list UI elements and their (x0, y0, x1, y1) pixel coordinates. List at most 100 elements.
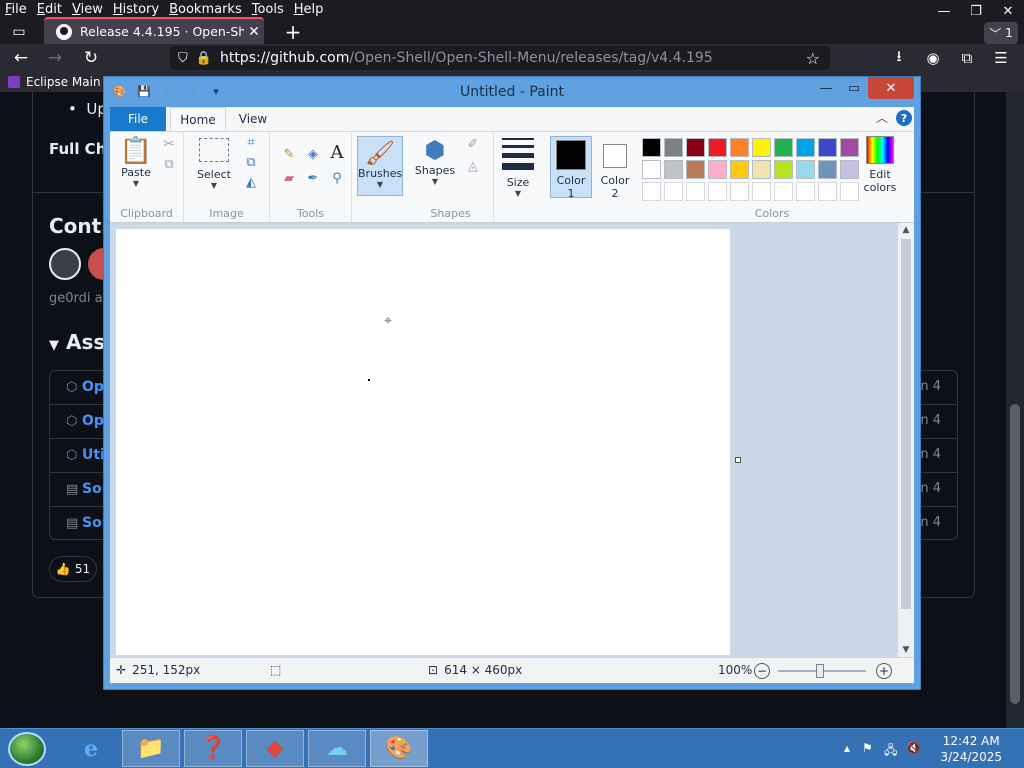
custom-color-slot[interactable] (840, 182, 859, 201)
reload-icon[interactable]: ↻ (78, 46, 104, 70)
color-swatch[interactable] (840, 138, 859, 157)
save-icon[interactable]: 💾 (136, 83, 152, 99)
url-bar[interactable]: ⛉ 🔒 https://github.com/Open-Shell/Open-S… (170, 46, 830, 70)
color2-button[interactable]: Color 2 (594, 136, 636, 200)
back-arrow-icon[interactable]: ← (8, 46, 34, 70)
clock[interactable]: 12:42 AM 3/24/2025 (940, 733, 1002, 765)
minimize-icon[interactable]: — (928, 0, 960, 22)
shapes-button[interactable]: ⬢ Shapes ▼ (412, 136, 458, 186)
file-explorer-icon[interactable]: 📁 (122, 730, 180, 767)
fill-icon[interactable]: ◈ (304, 146, 322, 162)
menu-help[interactable]: Help (289, 0, 329, 20)
remote-app-icon[interactable]: ◆ (246, 730, 304, 767)
scrollbar-thumb[interactable] (1010, 404, 1020, 704)
custom-color-slot[interactable] (818, 182, 837, 201)
eraser-icon[interactable]: ▰ (280, 170, 298, 186)
canvas-resize-handle[interactable] (735, 457, 741, 463)
shield-icon[interactable]: ⛉ (178, 51, 188, 66)
maximize-icon[interactable]: ▭ (840, 77, 868, 99)
zoom-slider-thumb[interactable] (816, 664, 824, 678)
tabs-dropdown-button[interactable]: ﹀ 1 (984, 22, 1018, 44)
color-swatch[interactable] (686, 138, 705, 157)
cut-icon[interactable]: ✂ (160, 136, 178, 152)
zoom-out-icon[interactable]: − (754, 663, 770, 679)
copy-icon[interactable]: ⧉ (160, 156, 178, 172)
color-swatch[interactable] (774, 160, 793, 179)
new-tab-button[interactable]: + (280, 20, 306, 44)
color-swatch[interactable] (774, 138, 793, 157)
page-scrollbar[interactable] (1006, 92, 1024, 728)
tab-home[interactable]: Home (170, 107, 226, 131)
select-button[interactable]: Select ▼ (192, 136, 236, 190)
undo-icon[interactable]: ↶ (160, 83, 176, 99)
pencil-icon[interactable]: ✎ (280, 146, 298, 162)
color-swatch[interactable] (708, 138, 727, 157)
resize-icon[interactable]: ⧉ (242, 154, 260, 170)
custom-color-slot[interactable] (708, 182, 727, 201)
color-swatch[interactable] (686, 160, 705, 179)
network-icon[interactable]: 🖧 (884, 741, 897, 762)
tab-file[interactable]: File (110, 107, 166, 131)
close-icon[interactable]: ✕ (992, 0, 1024, 22)
forward-arrow-icon[interactable]: → (42, 46, 68, 70)
color-swatch[interactable] (818, 138, 837, 157)
tab-close-icon[interactable]: ✕ (244, 24, 264, 40)
color-swatch[interactable] (664, 138, 683, 157)
color-picker-icon[interactable]: ✒ (304, 170, 322, 186)
bookmark-star-icon[interactable]: ☆ (806, 49, 820, 68)
rotate-icon[interactable]: ◭ (242, 174, 260, 190)
color-swatch[interactable] (818, 160, 837, 179)
customize-toolbar-icon[interactable]: ▾ (208, 83, 224, 99)
reaction-button[interactable]: 👍 51 (49, 556, 97, 582)
lock-icon[interactable]: 🔒 (196, 51, 212, 66)
brushes-button[interactable]: 🖌 Brushes ▼ (357, 136, 403, 196)
crop-icon[interactable]: ⌗ (242, 134, 260, 150)
paste-button[interactable]: 📋 Paste ▼ (114, 136, 158, 188)
custom-color-slot[interactable] (686, 182, 705, 201)
asset-name[interactable]: Op (82, 379, 104, 395)
close-icon[interactable]: ✕ (868, 77, 914, 99)
tab-list-icon[interactable]: ▭ (6, 20, 32, 44)
color-swatch[interactable] (642, 138, 661, 157)
paint-taskbar-icon[interactable]: 🎨 (370, 730, 428, 767)
custom-color-slot[interactable] (642, 182, 661, 201)
scroll-up-icon[interactable]: ▲ (898, 223, 914, 237)
magnifier-icon[interactable]: ⚲ (328, 170, 346, 186)
canvas-scrollbar[interactable]: ▲ ▼ (898, 223, 914, 657)
text-icon[interactable]: A (328, 142, 346, 163)
color-swatch[interactable] (796, 160, 815, 179)
custom-color-slot[interactable] (664, 182, 683, 201)
volume-muted-icon[interactable]: 🔇 (906, 741, 921, 755)
extensions-icon[interactable]: ⧉ (954, 46, 980, 70)
custom-color-slot[interactable] (796, 182, 815, 201)
show-hidden-icons-icon[interactable]: ▴ (844, 741, 850, 755)
restore-icon[interactable]: ❐ (960, 0, 992, 22)
color-swatch[interactable] (840, 160, 859, 179)
size-button[interactable]: Size ▼ (498, 136, 538, 198)
help-icon[interactable]: ? (896, 110, 912, 126)
avatar[interactable] (49, 248, 81, 280)
fill-shape-icon[interactable]: ◬ (464, 158, 482, 174)
paint-app-icon[interactable]: 🎨 (112, 83, 128, 99)
color-swatch[interactable] (730, 138, 749, 157)
scroll-down-icon[interactable]: ▼ (898, 643, 914, 657)
chevron-up-icon[interactable]: ︿ (876, 109, 888, 126)
scrollbar-thumb[interactable] (901, 239, 911, 609)
edit-colors-button[interactable]: Edit colors (858, 136, 902, 194)
download-icon[interactable]: ⭳ (886, 46, 912, 70)
redo-icon[interactable]: ↷ (184, 83, 200, 99)
internet-explorer-icon[interactable]: e (62, 730, 120, 767)
zoom-in-icon[interactable]: + (876, 663, 892, 679)
minimize-icon[interactable]: — (812, 77, 840, 99)
tab-view[interactable]: View (232, 107, 274, 131)
help-app-icon[interactable]: ❓ (184, 730, 242, 767)
color-swatch[interactable] (730, 160, 749, 179)
custom-color-slot[interactable] (752, 182, 771, 201)
start-button[interactable] (8, 732, 46, 766)
color1-button[interactable]: Color 1 (550, 136, 592, 200)
flag-icon[interactable]: ⚑ (862, 741, 873, 755)
asset-name[interactable]: Uti (82, 447, 105, 463)
asset-name[interactable]: Op (82, 413, 104, 429)
color-swatch[interactable] (664, 160, 683, 179)
color-swatch[interactable] (752, 138, 771, 157)
